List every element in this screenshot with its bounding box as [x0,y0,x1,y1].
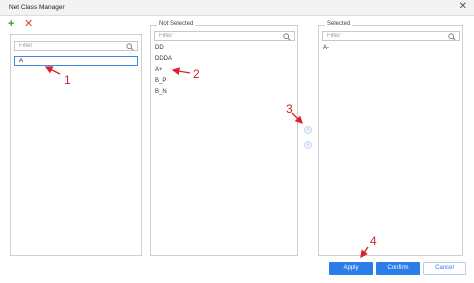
search-icon[interactable] [126,43,134,51]
net-class-name-input[interactable] [14,56,138,66]
cancel-button[interactable]: Cancel [423,262,466,275]
not-selected-header: Not Selected [157,21,196,27]
delete-icon[interactable]: ✕ [24,19,33,30]
not-selected-filter[interactable] [154,31,295,41]
search-icon[interactable] [283,33,291,41]
not-selected-filter-input[interactable] [155,32,294,40]
net-class-name-field[interactable] [15,57,137,65]
close-icon[interactable]: ✕ [459,2,467,12]
move-left-button[interactable]: ‹ [304,141,312,149]
list-item[interactable]: A- [321,43,459,54]
net-class-panel [10,34,142,256]
net-class-filter[interactable] [14,41,138,51]
list-item[interactable]: A+ [153,65,293,76]
selected-panel: Selected [318,21,463,256]
confirm-button[interactable]: Confirm [376,262,420,275]
list-item[interactable]: DD [153,43,293,54]
list-item[interactable]: DDDA [153,54,293,65]
annotation-number-4: 4 [370,234,377,248]
window-title: Net Class Manager [9,4,65,11]
annotation-number-1: 1 [64,73,71,87]
list-item[interactable]: B_N [153,87,293,98]
selected-list: A- [321,43,459,54]
annotation-number-2: 2 [193,67,200,81]
selected-header: Selected [325,21,353,27]
annotation-number-3: 3 [286,102,293,116]
selected-filter-input[interactable] [323,32,459,40]
selected-filter[interactable] [322,31,460,41]
not-selected-list: DD DDDA A+ B_P B_N [153,43,293,98]
plus-icon[interactable]: + [8,19,14,30]
search-icon[interactable] [448,33,456,41]
apply-button[interactable]: Apply [329,262,373,275]
list-item[interactable]: B_P [153,76,293,87]
move-right-button[interactable]: › [304,126,312,134]
title-bar: Net Class Manager ✕ [0,0,474,16]
net-class-filter-input[interactable] [15,42,137,50]
